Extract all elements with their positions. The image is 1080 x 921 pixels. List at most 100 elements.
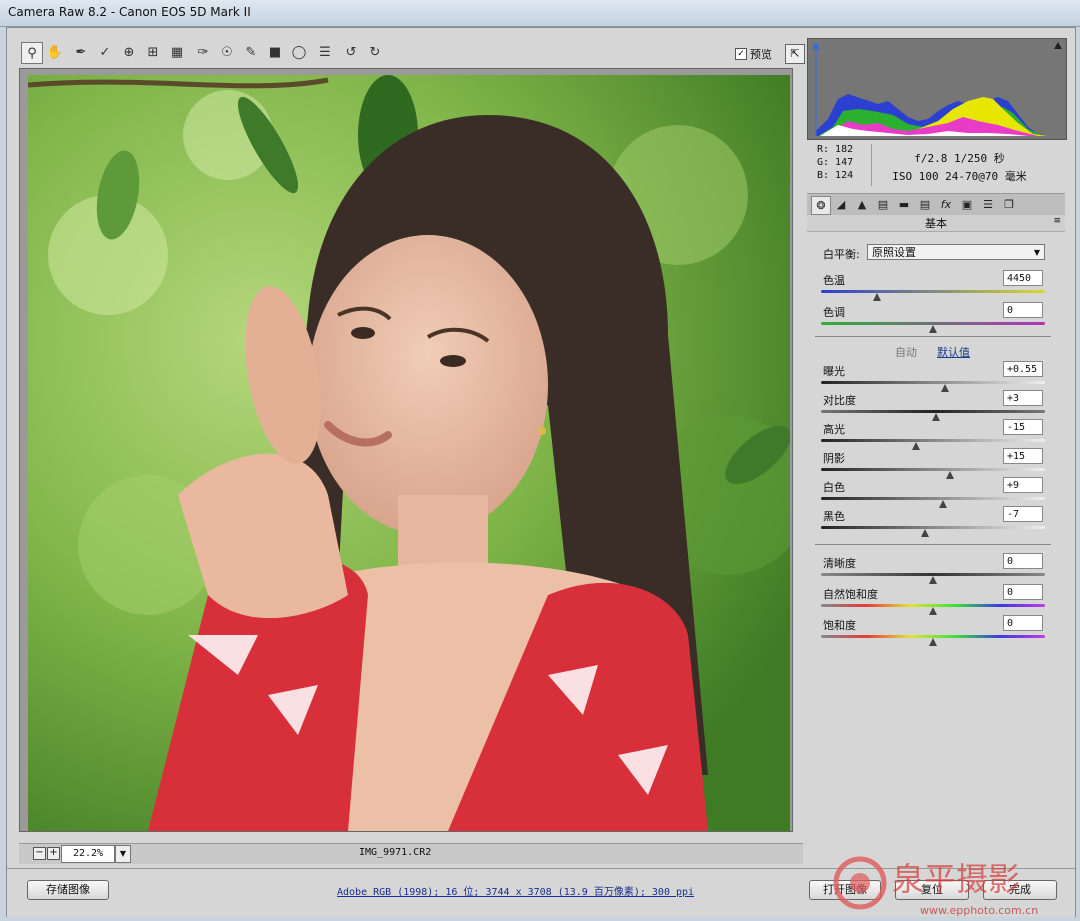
section-title: 基本 ≡ [807,215,1065,232]
contrast-label: 对比度 [823,394,856,407]
whites-slider-thumb[interactable] [939,500,948,508]
workflow-options-link[interactable]: Adobe RGB (1998); 16 位; 3744 x 3708 (13.… [337,883,694,898]
watermark-url: www.epphoto.com.cn [920,904,1038,917]
watermark-brand: 泉平摄影 [892,860,1020,898]
clarity-slider-thumb[interactable] [929,576,937,584]
detail-tab-icon[interactable]: ▲ [853,196,871,213]
effects-tab-icon[interactable]: fx [937,196,955,213]
shadows-slider-track[interactable] [821,468,1045,471]
white-balance-label: 白平衡: [823,248,860,261]
spot-removal-icon[interactable]: ✑ [193,42,213,62]
color-sampler-icon[interactable]: ✓ [95,42,115,62]
zoom-out-icon[interactable]: − [33,847,46,860]
tone-curve-tab-icon[interactable]: ◢ [832,196,850,213]
whites-value-input[interactable]: +9 [1003,477,1043,493]
rotate-left-icon[interactable]: ↺ [341,42,361,62]
shadows-label: 阴影 [823,452,845,465]
crop-icon[interactable]: ⊞ [143,42,163,62]
portrait-photo [28,75,790,831]
preview-checkbox[interactable]: ✓ [735,48,747,60]
blacks-value-input[interactable]: -7 [1003,506,1043,522]
adjustment-brush-icon[interactable]: ✎ [241,42,261,62]
chevron-down-icon: ▼ [1033,248,1040,257]
vibrance-value-input[interactable]: 0 [1003,584,1043,600]
tint-slider-thumb[interactable] [929,325,937,333]
highlights-slider-track[interactable] [821,439,1045,442]
histogram-graph [808,39,1066,139]
window-title: Camera Raw 8.2 - Canon EOS 5D Mark II [8,5,251,19]
basic-tab-icon[interactable]: ❂ [811,196,831,215]
temperature-slider-thumb[interactable] [873,293,881,301]
exposure-value-input[interactable]: +0.55 [1003,361,1043,377]
rotate-right-icon[interactable]: ↻ [365,42,385,62]
hand-icon[interactable]: ✋ [45,42,65,62]
preview-toggle[interactable]: ✓ 预览 [735,46,772,62]
saturation-label: 饱和度 [823,619,856,632]
graduated-filter-icon[interactable]: ■ [265,42,285,62]
radial-filter-icon[interactable]: ◯ [289,42,309,62]
preview-label: 预览 [750,48,772,61]
saturation-value-input[interactable]: 0 [1003,615,1043,631]
watermark-logo: 泉平摄影 www.epphoto.com.cn [833,856,1038,917]
exposure-slider-thumb[interactable] [941,384,950,392]
presets-tab-icon[interactable]: ☰ [979,196,997,213]
tint-value-input[interactable]: 0 [1003,302,1043,318]
exposure-slider-track[interactable] [821,381,1045,384]
divider [815,544,1051,545]
camera-calibration-tab-icon[interactable]: ▣ [958,196,976,213]
white-balance-icon[interactable]: ✒ [71,42,91,62]
whites-label: 白色 [823,481,845,494]
shadows-value-input[interactable]: +15 [1003,448,1043,464]
fullscreen-icon[interactable]: ⇱ [785,44,805,64]
divider [815,336,1051,337]
vibrance-label: 自然饱和度 [823,588,878,601]
straighten-icon[interactable]: ▦ [167,42,187,62]
iso-lens: ISO 100 24-70@70 毫米 [892,170,1027,183]
snapshots-tab-icon[interactable]: ❐ [1000,196,1018,213]
exposure-label: 曝光 [823,365,845,378]
saturation-slider-thumb[interactable] [929,638,937,646]
highlights-label: 高光 [823,423,845,436]
contrast-slider-thumb[interactable] [932,413,941,421]
red-eye-icon[interactable]: ☉ [217,42,237,62]
green-value: G: 147 [817,157,854,168]
blacks-slider-thumb[interactable] [921,529,930,537]
lens-corrections-tab-icon[interactable]: ▤ [916,196,934,213]
aperture-shutter: f/2.8 1/250 秒 [914,152,1005,165]
targeted-adjustment-icon[interactable]: ⊕ [119,42,139,62]
zoom-in-icon[interactable]: + [47,847,60,860]
zoom-icon[interactable]: ⚲ [21,42,43,64]
photo-preview[interactable] [28,75,790,831]
watermark: 泉平摄影 www.epphoto.com.cn [830,848,1080,918]
whites-slider-track[interactable] [821,497,1045,500]
blue-value: B: 124 [817,170,854,181]
zoom-dropdown-icon[interactable]: ▼ [115,845,131,863]
temperature-value-input[interactable]: 4450 [1003,270,1043,286]
blacks-label: 黑色 [823,510,845,523]
white-balance-select[interactable]: 原照设置 ▼ [867,244,1045,260]
hsl-tab-icon[interactable]: ▤ [874,196,892,213]
panel-menu-icon[interactable]: ≡ [1053,216,1061,226]
default-link[interactable]: 默认值 [937,344,970,360]
blacks-slider-track[interactable] [821,526,1045,529]
section-title-text: 基本 [925,217,947,230]
toolbar: ⚲ ✋ ✒ ✓ ⊕ ⊞ ▦ ✑ ☉ ✎ ■ ◯ ☰ ↺ ↻ ✓ 预览 ⇱ [19,38,805,68]
clarity-value-input[interactable]: 0 [1003,553,1043,569]
shadows-slider-thumb[interactable] [945,471,954,479]
vibrance-slider-thumb[interactable] [929,607,937,615]
highlights-value-input[interactable]: -15 [1003,419,1043,435]
title-bar: Camera Raw 8.2 - Canon EOS 5D Mark II [0,0,1080,27]
split-toning-tab-icon[interactable]: ▬ [895,196,913,213]
save-image-button[interactable]: 存储图像 [27,880,109,900]
image-viewport[interactable] [19,68,793,832]
white-balance-value: 原照设置 [872,246,916,259]
temperature-slider-track[interactable] [821,290,1045,293]
highlights-slider-thumb[interactable] [912,442,921,450]
clarity-label: 清晰度 [823,557,856,570]
auto-link[interactable]: 自动 [895,344,917,360]
contrast-value-input[interactable]: +3 [1003,390,1043,406]
zoom-level[interactable]: 22.2% [61,845,115,863]
file-name: IMG_9971.CR2 [359,847,432,858]
red-value: R: 182 [817,144,854,155]
preferences-icon[interactable]: ☰ [315,42,335,62]
